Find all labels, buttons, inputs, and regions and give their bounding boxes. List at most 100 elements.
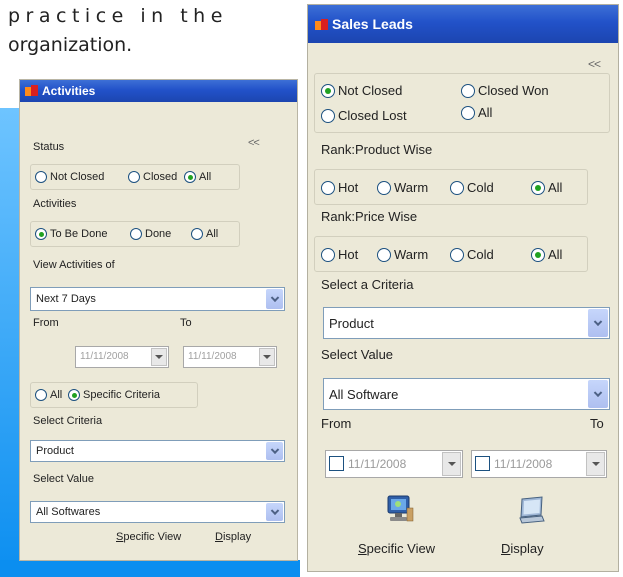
radio-selected-icon <box>184 171 196 183</box>
calendar-dropdown-icon[interactable] <box>259 348 275 366</box>
rank-product-label: Rank:Product Wise <box>321 142 433 157</box>
radio-selected-icon <box>35 228 47 240</box>
chevron-down-icon[interactable] <box>266 503 283 521</box>
radio-icon <box>35 171 47 183</box>
status-radio-closed[interactable]: Closed <box>128 171 177 183</box>
radio-selected-icon <box>531 180 545 195</box>
to-label: To <box>590 416 604 431</box>
radio-dot <box>535 251 541 258</box>
radio-selected-icon <box>68 389 80 401</box>
activities-label: Activities <box>33 198 77 210</box>
sales-leads-title-bar[interactable]: Sales Leads <box>308 5 618 43</box>
radio-icon <box>450 180 464 195</box>
app-icon <box>25 85 38 97</box>
from-date-picker[interactable]: 11/11/2008 <box>75 346 169 368</box>
radio-icon <box>130 228 142 240</box>
price-radio-cold[interactable]: Cold <box>450 247 494 262</box>
chevron-down-icon[interactable] <box>266 289 283 309</box>
status-radio-not-closed[interactable]: Not Closed <box>35 171 104 183</box>
chevron-down-icon[interactable] <box>266 442 283 460</box>
caption-line-2: organization. <box>8 34 133 56</box>
radio-icon <box>377 247 391 262</box>
from-label: From <box>321 416 352 431</box>
price-radio-all[interactable]: All <box>531 247 562 262</box>
activities-radio-to-be-done[interactable]: To Be Done <box>35 228 107 240</box>
collapse-button[interactable]: << <box>248 137 260 149</box>
radio-icon <box>128 171 140 183</box>
specific-view-button[interactable]: Specific View <box>116 531 181 543</box>
radio-icon <box>461 105 475 120</box>
caption-line-1: practice in the <box>8 5 228 27</box>
activities-window: Activities << Status Not Closed Closed A… <box>19 79 298 561</box>
sales-radio-not-closed[interactable]: Not Closed <box>321 83 402 98</box>
value-select[interactable]: All Softwares <box>30 501 285 523</box>
status-group: Not Closed Closed All <box>30 164 240 190</box>
chevron-down-icon[interactable] <box>588 309 608 337</box>
radio-selected-icon <box>321 83 335 98</box>
chevron-down-icon[interactable] <box>588 380 608 408</box>
radio-icon <box>450 247 464 262</box>
sales-radio-closed-lost[interactable]: Closed Lost <box>321 108 407 123</box>
to-date-picker[interactable]: 11/11/2008 <box>183 346 277 368</box>
sales-to-date-picker[interactable]: 11/11/2008 <box>471 450 607 478</box>
sales-leads-title: Sales Leads <box>332 16 413 32</box>
calendar-dropdown-icon[interactable] <box>442 452 461 476</box>
calendar-dropdown-icon[interactable] <box>586 452 605 476</box>
product-radio-warm[interactable]: Warm <box>377 180 428 195</box>
view-activities-label: View Activities of <box>33 259 115 271</box>
select-criteria-label: Select a Criteria <box>321 277 414 292</box>
caption: practice in the organization. <box>8 2 228 60</box>
criteria-radio-all[interactable]: All <box>35 389 62 401</box>
radio-icon <box>321 108 335 123</box>
app-icon <box>315 19 328 31</box>
sales-criteria-select[interactable]: Product <box>323 307 610 339</box>
from-date-checkbox[interactable] <box>329 456 344 471</box>
radio-dot <box>535 184 541 191</box>
criteria-select[interactable]: Product <box>30 440 285 462</box>
radio-icon <box>35 389 47 401</box>
radio-selected-icon <box>531 247 545 262</box>
sales-from-date-picker[interactable]: 11/11/2008 <box>325 450 463 478</box>
rank-price-label: Rank:Price Wise <box>321 209 418 224</box>
background-stripe-bottom <box>0 560 300 577</box>
radio-icon <box>321 247 335 262</box>
select-criteria-label: Select Criteria <box>33 415 103 427</box>
select-value-label: Select Value <box>321 347 394 362</box>
sales-radio-closed-won[interactable]: Closed Won <box>461 83 549 98</box>
display-icon[interactable] <box>516 495 548 525</box>
status-radio-all[interactable]: All <box>184 171 211 183</box>
sales-value-select[interactable]: All Software <box>323 378 610 410</box>
radio-icon <box>461 83 475 98</box>
specific-view-button[interactable]: Specific View <box>358 541 435 556</box>
status-label: Status <box>33 141 65 153</box>
product-radio-hot[interactable]: Hot <box>321 180 358 195</box>
background-stripe <box>0 108 20 577</box>
calendar-dropdown-icon[interactable] <box>151 348 167 366</box>
select-value-label: Select Value <box>33 473 94 485</box>
price-radio-hot[interactable]: Hot <box>321 247 358 262</box>
sales-leads-window: Sales Leads << Not Closed Closed Won Clo… <box>307 4 619 572</box>
rank-product-group: Hot Warm Cold All <box>314 169 588 205</box>
radio-dot <box>71 392 77 398</box>
criteria-radio-specific[interactable]: Specific Criteria <box>68 389 160 401</box>
radio-dot <box>325 87 331 94</box>
to-date-checkbox[interactable] <box>475 456 490 471</box>
activities-radio-all[interactable]: All <box>191 228 218 240</box>
from-label: From <box>33 317 59 329</box>
display-button[interactable]: Display <box>501 541 544 556</box>
rank-price-group: Hot Warm Cold All <box>314 236 588 272</box>
activities-title-bar[interactable]: Activities <box>20 80 297 102</box>
radio-icon <box>191 228 203 240</box>
radio-dot <box>38 231 44 237</box>
activities-title: Activities <box>42 84 96 98</box>
view-activities-select[interactable]: Next 7 Days <box>30 287 285 311</box>
sales-radio-all[interactable]: All <box>461 105 492 120</box>
product-radio-all[interactable]: All <box>531 180 562 195</box>
product-radio-cold[interactable]: Cold <box>450 180 494 195</box>
to-label: To <box>180 317 192 329</box>
display-button[interactable]: Display <box>215 531 251 543</box>
computer-icon[interactable] <box>383 493 415 525</box>
activities-radio-done[interactable]: Done <box>130 228 171 240</box>
price-radio-warm[interactable]: Warm <box>377 247 428 262</box>
collapse-button[interactable]: << <box>588 57 601 71</box>
